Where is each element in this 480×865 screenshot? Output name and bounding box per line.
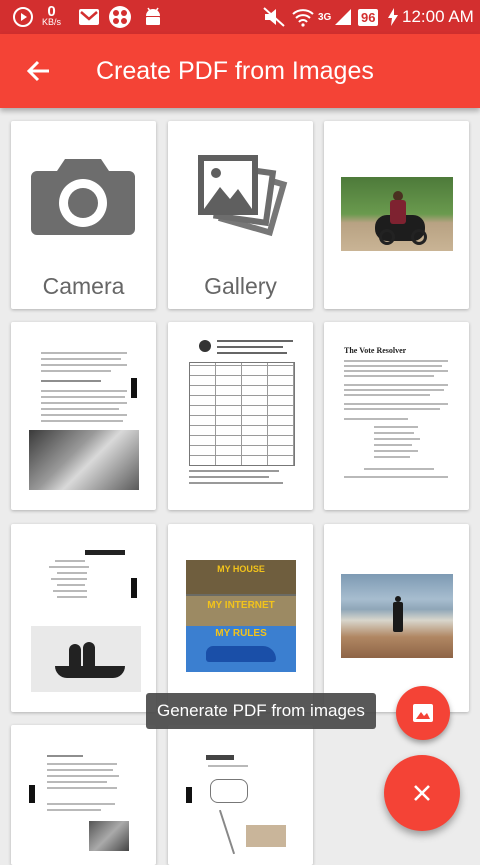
app-bar: Create PDF from Images <box>0 34 480 108</box>
thumbnail-document-page <box>29 755 139 855</box>
thumbnail-scanned-page-photo <box>29 348 139 490</box>
status-bar: 0 KB/s 3G 96 12:00 AM <box>0 0 480 34</box>
thumbnail-poem-boat-page <box>27 546 141 692</box>
thumbnail-man-on-beach <box>341 574 453 658</box>
image-tile-2[interactable] <box>11 322 156 510</box>
arrow-back-icon[interactable] <box>22 54 56 88</box>
image-tile-3[interactable] <box>168 322 313 510</box>
image-tile-5[interactable] <box>11 524 156 712</box>
camera-icon <box>29 153 137 244</box>
mute-vibrate-icon <box>262 0 286 34</box>
thumbnail-man-on-motorbike <box>341 177 453 251</box>
image-tile-1[interactable] <box>324 121 469 309</box>
thumbnail-text-document: The Vote Resolver <box>344 346 454 486</box>
image-tile-4[interactable]: The Vote Resolver <box>324 322 469 510</box>
android-icon <box>142 0 164 34</box>
poster-line-3: MY RULES <box>215 628 267 639</box>
battery-level: 96 <box>358 8 379 26</box>
wifi-icon <box>292 0 314 34</box>
generate-pdf-tooltip[interactable]: Generate PDF from images <box>146 693 376 729</box>
generate-pdf-button[interactable] <box>396 686 450 740</box>
game-icon <box>108 0 132 34</box>
doc-heading: The Vote Resolver <box>344 346 407 355</box>
battery-indicator: 96 <box>358 0 379 34</box>
image-tile-9[interactable] <box>168 725 313 865</box>
close-fab-button[interactable] <box>384 755 460 831</box>
poster-line-2: MY INTERNET <box>207 600 275 611</box>
charging-icon <box>388 0 398 34</box>
image-tile-7[interactable] <box>324 524 469 712</box>
camera-label: Camera <box>42 273 125 299</box>
network-speed: 0 KB/s <box>42 0 61 34</box>
clock: 12:00 AM <box>402 7 474 26</box>
signal-icon <box>334 0 352 34</box>
camera-tile[interactable]: Camera <box>11 121 156 309</box>
page-title: Create PDF from Images <box>96 57 374 85</box>
poster-line-1: MY HOUSE <box>217 564 265 574</box>
thumbnail-sketch-page <box>186 755 296 855</box>
close-icon <box>412 783 432 808</box>
image-icon <box>411 701 435 730</box>
gmail-icon <box>78 0 100 34</box>
image-tile-6[interactable]: MY HOUSE MY INTERNET MY RULES <box>168 524 313 712</box>
speed-value: 0 <box>47 3 56 20</box>
speed-unit: KB/s <box>42 17 62 27</box>
thumbnail-form-document <box>185 336 297 496</box>
network-type: 3G <box>318 11 332 23</box>
thumbnail-poster: MY HOUSE MY INTERNET MY RULES <box>186 560 296 672</box>
record-icon <box>12 0 34 34</box>
image-tile-8[interactable] <box>11 725 156 865</box>
gallery-icon <box>194 149 290 248</box>
gallery-tile[interactable]: Gallery <box>168 121 313 309</box>
gallery-label: Gallery <box>204 273 277 299</box>
